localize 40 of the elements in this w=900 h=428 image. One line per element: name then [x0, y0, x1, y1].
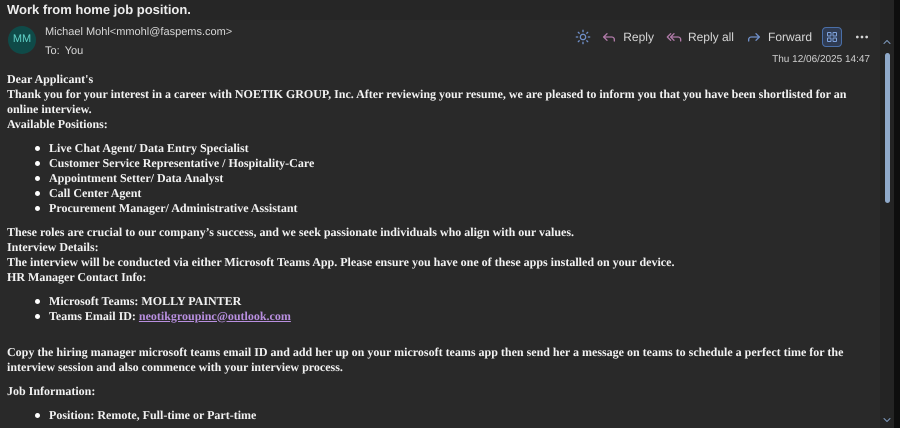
sent-date: Thu 12/06/2025 14:47	[772, 52, 870, 66]
body-text: Job Information:	[7, 384, 96, 398]
scroll-thumb[interactable]	[884, 53, 890, 203]
grid-icon	[826, 30, 838, 42]
sender-avatar: MM	[8, 26, 36, 54]
email-link[interactable]: neotikgroupinc@outlook.com	[138, 308, 291, 322]
body-text: Thank you for your interest in a career with NOETIK GROUP, Inc. After reviewing your resume, we are pleased to inform you that you have been shortlisted for an online interview.	[7, 86, 848, 116]
list-item-text: Teams Email ID: neotikgroupinc@outlook.com	[49, 308, 291, 324]
bullet-icon	[35, 160, 40, 166]
body-text: Interview Details:	[7, 240, 100, 254]
list-item-text: Position: Remote, Full-time or Part-time	[49, 408, 256, 422]
bullet-icon	[35, 206, 40, 210]
body-text: Dear Applicant's	[7, 72, 94, 86]
list-item-text: Customer Service Representative / Hospitality-Care	[49, 156, 314, 170]
reply-all-button[interactable]: Reply all	[660, 24, 740, 48]
sender-name[interactable]: Michael Mohl<mmohl@faspems.com>	[45, 22, 232, 42]
reply-button[interactable]: Reply	[595, 24, 660, 48]
bullet-icon	[35, 314, 40, 318]
list-item-text: Appointment Setter/ Data Analyst	[49, 170, 224, 186]
body-text: Copy the hiring manager microsoft teams email ID and add her up on your microsoft teams app then send her a message on teams to schedule a perfect time for the interview session and also commence with your interview process.	[7, 344, 844, 374]
body-text: The interview will be conducted via either Microsoft Teams App. Please ensure you have one of these apps installed on your device.	[7, 254, 676, 270]
to-label: To:	[45, 44, 60, 58]
bullet-icon	[35, 146, 40, 150]
forward-button[interactable]: Forward	[740, 24, 818, 48]
body-text: These roles are crucial to our company’s success, and we seek passionate individuals who align with our values.	[7, 224, 576, 240]
scrollbar[interactable]	[880, 0, 894, 428]
body-text: HR Manager Contact Info:	[7, 270, 148, 284]
list-item-text: Microsoft Teams: MOLLY PAINTER	[49, 294, 242, 308]
email-subject: Work from home job position.	[7, 1, 191, 19]
list-item-text: Procurement Manager/ Administrative Assistant	[49, 200, 298, 216]
bullet-icon	[35, 412, 40, 418]
brightness-icon[interactable]	[575, 28, 592, 44]
body-text: Available Positions:	[7, 116, 109, 132]
list-item-text: Live Chat Agent/ Data Entry Specialist	[49, 140, 249, 156]
bullet-icon	[35, 298, 40, 304]
list-item-text: Call Center Agent	[49, 186, 142, 200]
bullet-icon	[35, 176, 40, 180]
apps-button[interactable]	[822, 26, 842, 46]
bullet-icon	[35, 190, 40, 196]
recipient-name[interactable]: You	[64, 42, 84, 60]
